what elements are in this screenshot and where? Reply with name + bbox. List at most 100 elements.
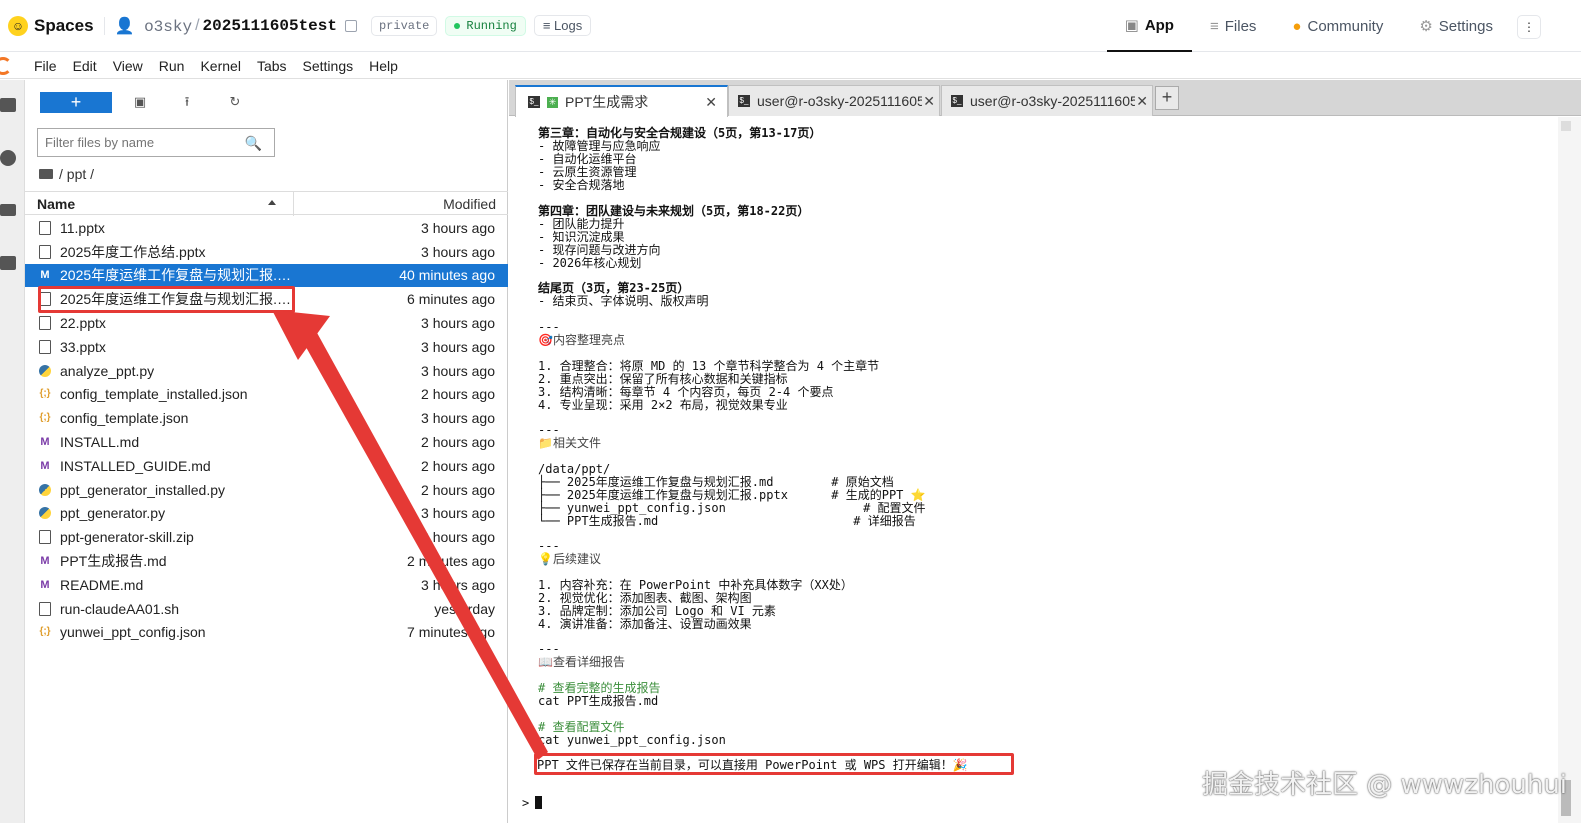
watermark-text: 掘金技术社区 @ wwwzhouhui [1202, 770, 1568, 800]
menu-view[interactable]: View [105, 58, 151, 74]
menu-run[interactable]: Run [151, 58, 193, 74]
file-row[interactable]: M PPT生成报告.md 2 minutes ago [25, 549, 508, 573]
file-modified: 3 hours ago [421, 505, 495, 522]
file-icon [39, 601, 51, 616]
tab-community[interactable]: ● Community [1274, 0, 1401, 52]
file-modified: 3 hours ago [421, 338, 495, 355]
file-name: INSTALLED_GUIDE.md [60, 457, 211, 474]
folder-icon[interactable] [0, 98, 16, 112]
file-row[interactable]: {;} config_template_installed.json 2 hours… [25, 383, 508, 407]
file-name: 33.pptx [60, 338, 106, 355]
close-icon[interactable]: ✕ [705, 94, 717, 111]
menu-help[interactable]: Help [361, 58, 406, 74]
space-name-link[interactable]: 2025111605test [203, 17, 337, 35]
file-modified: 3 hours ago [421, 219, 495, 236]
list-item: 4. 演讲准备：添加备注、设置动画效果 [538, 617, 752, 631]
file-name: 2025年度运维工作复盘与规划汇报.md [60, 267, 295, 284]
terminal-prompt[interactable]: > [522, 796, 543, 810]
file-row[interactable]: 2025年度工作总结.pptx 3 hours ago [25, 240, 508, 264]
file-modified: 2 hours ago [421, 457, 495, 474]
tab-ppt-requirements[interactable]: $_ ✳ PPT生成需求 ✕ [515, 85, 728, 117]
tab-app[interactable]: ▣ App [1106, 0, 1192, 52]
cursor [535, 796, 543, 809]
file-row[interactable]: M INSTALL.md 2 hours ago [25, 430, 508, 454]
column-name[interactable]: Name [37, 196, 75, 212]
refresh-icon[interactable]: ↻ [227, 94, 243, 110]
toc-icon[interactable] [0, 204, 16, 216]
file-name: run-claudeAA01.sh [60, 600, 180, 617]
upload-icon[interactable]: ⭱ [179, 94, 195, 110]
claude-icon: ✳ [547, 96, 558, 108]
file-name: 22.pptx [60, 315, 106, 332]
more-menu-button[interactable]: ⋮ [1517, 15, 1541, 39]
close-icon[interactable]: ✕ [923, 93, 935, 110]
sort-up-icon [268, 200, 276, 205]
tab-community-label: Community [1307, 17, 1384, 35]
tab-files[interactable]: ≡ Files [1192, 0, 1274, 52]
file-row[interactable]: M README.md 3 hours ago [25, 573, 508, 597]
file-row[interactable]: {;} yunwei_ppt_config.json 7 minutes ago [25, 621, 508, 645]
tab-terminal-2[interactable]: $_ user@r-o3sky-2025111605 ✕ [941, 85, 1153, 116]
file-row[interactable]: ppt-generator-skill.zip 2 hours ago [25, 525, 508, 549]
file-name: 2025年度工作总结.pptx [60, 243, 206, 260]
close-icon[interactable]: ✕ [1136, 93, 1148, 110]
file-row[interactable]: ppt_generator_installed.py 2 hours ago [25, 478, 508, 502]
copy-icon[interactable] [344, 19, 357, 32]
file-row[interactable]: ppt_generator.py 3 hours ago [25, 502, 508, 526]
new-launcher-button[interactable]: + [40, 92, 112, 113]
file-icon [39, 316, 51, 331]
code-line: cat PPT生成报告.md [538, 694, 659, 708]
file-row[interactable]: analyze_ppt.py 3 hours ago [25, 359, 508, 383]
terminal-panel[interactable]: 第三章：自动化与安全合规建设（5页，第13-17页） - 故障管理与应急响应 -… [509, 117, 1559, 823]
menu-edit[interactable]: Edit [65, 58, 105, 74]
file-modified: 3 hours ago [421, 243, 495, 260]
file-row[interactable]: M INSTALLED_GUIDE.md 2 hours ago [25, 454, 508, 478]
file-row[interactable]: 22.pptx 3 hours ago [25, 311, 508, 335]
file-row[interactable]: {;} config_template.json 3 hours ago [25, 406, 508, 430]
divider [103, 16, 105, 35]
path-separator: / [195, 16, 200, 34]
folder-icon [39, 169, 53, 179]
hf-header: ☺ Spaces 👤 o3sky / 2025111605test privat… [0, 0, 1581, 52]
running-icon[interactable] [0, 150, 16, 166]
file-row[interactable]: 33.pptx 3 hours ago [25, 335, 508, 359]
tab-terminal-1[interactable]: $_ user@r-o3sky-2025111605 ✕ [728, 85, 940, 116]
running-status[interactable]: Running [445, 15, 526, 36]
file-list: 11.pptx 3 hours ago 2025年度工作总结.pptx 3 hours… [25, 216, 508, 644]
file-name: PPT生成报告.md [60, 553, 167, 570]
terminal-scrollbar[interactable] [1558, 117, 1581, 823]
jupyter-menubar: File Edit View Run Kernel Tabs Settings … [0, 53, 1581, 79]
file-name: ppt-generator-skill.zip [60, 529, 194, 546]
spaces-link[interactable]: Spaces [34, 16, 94, 36]
file-row[interactable]: run-claudeAA01.sh yesterday [25, 597, 508, 621]
breadcrumb-path: / ppt / [59, 166, 95, 182]
menu-file[interactable]: File [26, 58, 65, 74]
file-row[interactable]: M 2025年度运维工作复盘与规划汇报.md 40 minutes ago [25, 263, 508, 288]
column-modified[interactable]: Modified [443, 196, 496, 212]
new-tab-button[interactable]: + [1155, 86, 1179, 110]
space-owner-link[interactable]: 👤 o3sky [115, 16, 193, 36]
filter-input[interactable] [38, 129, 238, 156]
new-folder-icon[interactable]: ▣ [132, 94, 148, 110]
extension-icon[interactable] [0, 256, 16, 270]
json-file-icon: {;} [39, 388, 51, 400]
gear-icon: ⚙ [1419, 18, 1433, 35]
file-name: ppt_generator_installed.py [60, 481, 226, 498]
file-row[interactable]: 11.pptx 3 hours ago [25, 216, 508, 240]
breadcrumb[interactable]: / ppt / [39, 166, 94, 182]
menu-tabs[interactable]: Tabs [249, 58, 295, 74]
menu-settings[interactable]: Settings [295, 58, 362, 74]
scroll-up-icon[interactable] [1561, 121, 1571, 131]
markdown-file-icon: M [40, 436, 50, 449]
file-modified: 2 hours ago [421, 386, 495, 403]
python-file-icon [39, 507, 51, 520]
column-divider[interactable] [293, 192, 294, 216]
file-modified: yesterday [434, 600, 495, 617]
list-item: - 结束页、字体说明、版权声明 [538, 294, 709, 308]
logs-button[interactable]: ≡ Logs [533, 15, 592, 36]
jupyter-logo-icon [0, 56, 12, 75]
suggestions-heading: 💡后续建议 [538, 552, 601, 566]
menu-kernel[interactable]: Kernel [192, 58, 248, 74]
tab-settings[interactable]: ⚙ Settings [1401, 0, 1511, 52]
hf-logo-icon[interactable]: ☺ [8, 15, 28, 36]
